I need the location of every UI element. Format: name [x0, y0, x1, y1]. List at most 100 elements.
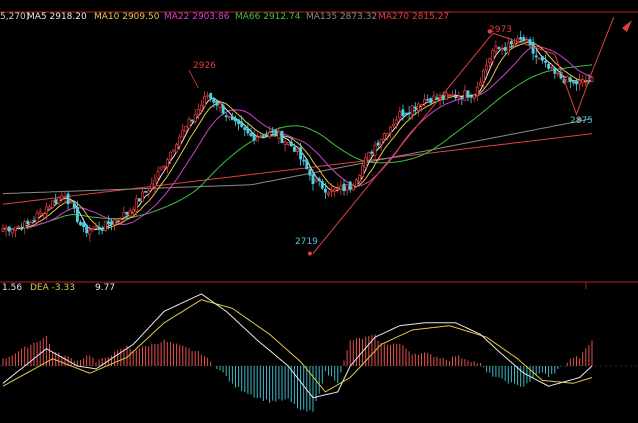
candle-body: [113, 219, 117, 225]
candle-body: [153, 179, 157, 187]
ma22-line: [2, 46, 593, 230]
candle-body: [482, 70, 485, 82]
candle-body: [212, 98, 216, 103]
legend-ma66: MA66 2912.74: [235, 12, 301, 22]
candle-body: [423, 99, 427, 104]
candle-body: [75, 207, 79, 222]
candle-body: [283, 141, 287, 145]
candle-body: [38, 210, 42, 215]
candle-body: [475, 86, 479, 96]
candle-body: [336, 188, 340, 191]
candle-body: [531, 42, 535, 54]
ma135-line: [2, 118, 593, 195]
candle-body: [88, 229, 92, 236]
candle-body: [323, 188, 327, 193]
candle-body: [82, 222, 86, 227]
candle-body: [525, 39, 529, 42]
candle-body: [370, 151, 374, 154]
candle-body: [553, 68, 557, 74]
candle-body: [444, 92, 448, 100]
candle-body: [150, 183, 154, 189]
candle-body: [29, 221, 33, 226]
annotation-high-2926: 2926: [193, 61, 216, 71]
candle-body: [398, 111, 402, 119]
candle-body: [299, 147, 303, 160]
candle-body: [540, 56, 544, 61]
annotation-marker: [188, 69, 199, 89]
legend-macd-hist: 9.77: [95, 283, 116, 293]
candle-body: [26, 220, 30, 225]
candle-body: [401, 109, 405, 116]
candle-body: [534, 55, 538, 58]
candle-body: [230, 116, 234, 121]
candle-body: [20, 227, 24, 230]
candle-body: [181, 129, 185, 138]
candle-body: [122, 212, 126, 218]
candle-body: [460, 97, 464, 100]
candle-body: [172, 149, 175, 152]
candle-body: [367, 152, 371, 161]
candle-body: [10, 229, 14, 234]
candle-body: [373, 144, 377, 157]
candle-body: [274, 129, 278, 137]
candle-body: [392, 124, 396, 127]
candle-body: [420, 104, 423, 107]
candle-body: [413, 106, 417, 109]
candle-body: [134, 198, 138, 212]
candle-body: [491, 50, 495, 62]
candle-body: [175, 144, 179, 153]
candle-body: [584, 81, 588, 83]
candle-body: [277, 131, 281, 139]
legend-macd-value: 1.56: [2, 283, 23, 293]
candle-body: [128, 210, 132, 217]
candle-body: [376, 142, 380, 146]
candle-body: [333, 188, 337, 192]
candle-body: [243, 127, 247, 131]
candle-body: [249, 133, 253, 137]
candle-body: [280, 130, 284, 144]
annotation-high-2973: 2973: [489, 25, 512, 35]
candle-body: [110, 221, 113, 225]
candle-body: [240, 121, 244, 127]
candle-body: [221, 105, 225, 114]
candle-body: [63, 196, 67, 198]
candle-body: [463, 90, 467, 101]
candle-body: [578, 79, 582, 85]
candle-body: [35, 212, 39, 223]
candle-body: [503, 47, 507, 51]
candle-body: [44, 206, 48, 215]
candle-body: [4, 227, 8, 230]
candle-body: [550, 66, 554, 69]
candle-body: [66, 193, 70, 205]
legend-dea: DEA -3.33: [30, 283, 75, 293]
candle-body: [203, 96, 206, 107]
candle-body: [575, 80, 578, 85]
candle-body: [330, 189, 334, 192]
candle-body: [7, 226, 11, 232]
candle-body: [358, 174, 361, 182]
candle-body: [261, 136, 265, 138]
candle-body: [441, 94, 445, 100]
annotation-low-2875: 2875: [570, 116, 593, 126]
candle-body: [97, 226, 101, 230]
trend-arrow-head: [622, 20, 632, 32]
candle-body: [131, 209, 135, 213]
candle-body: [144, 190, 148, 193]
candle-body: [116, 219, 120, 222]
candle-body: [265, 134, 268, 137]
legend-ma270: MA270 2815.27: [378, 12, 450, 22]
candle-body: [72, 203, 76, 209]
candle-body: [48, 206, 51, 210]
candle-body: [57, 197, 61, 204]
candle-body: [457, 95, 461, 99]
candle-body: [292, 146, 296, 152]
low-marker-2719: [307, 251, 312, 256]
candle-body: [215, 100, 219, 106]
candle-body: [54, 199, 58, 204]
candle-body: [218, 102, 222, 108]
candle-body: [389, 126, 392, 134]
candle-body: [590, 77, 594, 82]
candle-body: [103, 220, 107, 231]
candle-body: [94, 226, 98, 229]
candle-body: [296, 148, 299, 152]
